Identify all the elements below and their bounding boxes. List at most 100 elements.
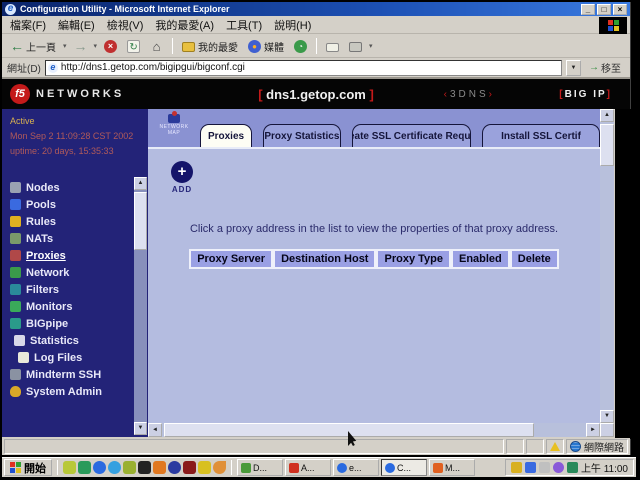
menu-tools[interactable]: 工具(T): [226, 17, 262, 33]
task-button[interactable]: M...: [429, 459, 475, 476]
back-dropdown-icon[interactable]: ▾: [63, 42, 67, 50]
windows-flag-icon: [608, 20, 619, 31]
quicklaunch-icon[interactable]: [168, 461, 181, 474]
column-header-proxy-type[interactable]: Proxy Type: [376, 249, 451, 269]
scroll-down-icon[interactable]: ▼: [600, 410, 614, 423]
home-icon: ⌂: [150, 40, 163, 53]
scroll-up-icon[interactable]: ▲: [600, 109, 614, 122]
menu-favorites[interactable]: 我的最愛(A): [155, 17, 214, 33]
maximize-button[interactable]: □: [597, 4, 611, 15]
sidebar-item-bigpipe[interactable]: BIGpipe: [10, 315, 132, 332]
tray-icon[interactable]: [525, 462, 536, 473]
quicklaunch-icon[interactable]: [108, 461, 121, 474]
status-message-pane: [4, 439, 504, 454]
quicklaunch-icon[interactable]: [78, 461, 91, 474]
start-label: 開始: [24, 460, 46, 476]
clock: 上午 11:00: [581, 460, 628, 475]
sidebar-item-pools[interactable]: Pools: [10, 196, 132, 213]
scroll-right-icon[interactable]: ►: [586, 423, 600, 437]
menu-file[interactable]: 檔案(F): [10, 17, 46, 33]
sidebar-scrollbar[interactable]: ▲ ▼: [134, 177, 147, 435]
add-plus-icon: +: [171, 161, 193, 183]
network-map-button[interactable]: NETWORK MAP: [154, 112, 194, 144]
sidebar-item-monitors[interactable]: Monitors: [10, 298, 132, 315]
column-header-delete[interactable]: Delete: [510, 249, 559, 269]
quicklaunch-icon[interactable]: [153, 461, 166, 474]
sidebar-item-proxies[interactable]: Proxies: [10, 247, 132, 264]
column-header-destination-host[interactable]: Destination Host: [273, 249, 376, 269]
go-button[interactable]: → 移至: [585, 60, 625, 75]
minimize-button[interactable]: _: [581, 4, 595, 15]
scroll-up-icon[interactable]: ▲: [134, 177, 147, 190]
status-bar: 網際網路: [2, 438, 630, 455]
edit-dropdown-icon[interactable]: ▾: [369, 42, 373, 50]
stop-button[interactable]: ×: [101, 39, 120, 54]
tray-icon[interactable]: [539, 462, 550, 473]
main-horizontal-scrollbar[interactable]: ◄ ►: [148, 423, 600, 437]
refresh-icon: ↻: [127, 40, 140, 53]
quicklaunch-icon[interactable]: [93, 461, 106, 474]
quicklaunch-icon[interactable]: [183, 461, 196, 474]
back-button[interactable]: ← 上一頁: [7, 38, 59, 55]
bracket-right: ]: [369, 87, 373, 102]
address-dropdown-button[interactable]: ▼: [566, 60, 581, 76]
forward-button[interactable]: →: [71, 39, 90, 54]
refresh-button[interactable]: ↻: [124, 39, 143, 54]
mail-button[interactable]: [323, 40, 342, 53]
main-vertical-scrollbar[interactable]: ▲ ▼: [600, 109, 614, 423]
tab-install-ssl-certificate[interactable]: Install SSL Certif: [482, 124, 600, 147]
menu-edit[interactable]: 編輯(E): [58, 17, 95, 33]
quicklaunch-icon[interactable]: [123, 461, 136, 474]
address-input[interactable]: e http://dns1.getop.com/bigipgui/bigconf…: [45, 60, 562, 76]
quicklaunch-icon[interactable]: [138, 461, 151, 474]
sidebar-item-nats[interactable]: NATs: [10, 230, 132, 247]
task-button-active[interactable]: C...: [381, 459, 427, 476]
history-button[interactable]: ◔: [291, 39, 310, 54]
bracket-left: [: [258, 87, 262, 102]
close-button[interactable]: ×: [613, 4, 627, 15]
sidebar-item-mindterm-ssh[interactable]: Mindterm SSH: [10, 366, 132, 383]
favorites-icon: [182, 42, 195, 52]
column-header-enabled[interactable]: Enabled: [451, 249, 510, 269]
sidebar-item-filters[interactable]: Filters: [10, 281, 132, 298]
tray-icon[interactable]: [553, 462, 564, 473]
sidebar-scroll-thumb[interactable]: [134, 192, 147, 250]
screen-edge: [615, 109, 631, 439]
url-text: http://dns1.getop.com/bigipgui/bigconf.c…: [61, 62, 245, 73]
tab-proxy-statistics[interactable]: Proxy Statistics: [263, 124, 341, 147]
scroll-down-icon[interactable]: ▼: [134, 422, 147, 435]
sidebar-item-system-admin[interactable]: System Admin: [10, 383, 132, 400]
tray-icon[interactable]: [567, 462, 578, 473]
column-header-proxy-server[interactable]: Proxy Server: [189, 249, 273, 269]
home-button[interactable]: ⌂: [147, 39, 166, 54]
tabs: Proxies Proxy Statistics Create SSL Cert…: [200, 124, 600, 147]
title-bar: e Configuration Utility - Microsoft Inte…: [2, 2, 630, 16]
task-button[interactable]: A...: [285, 459, 331, 476]
quicklaunch-icon[interactable]: [198, 461, 211, 474]
quicklaunch-icon[interactable]: [213, 461, 226, 474]
sidebar-item-rules[interactable]: Rules: [10, 213, 132, 230]
bigpipe-icon: [10, 318, 21, 329]
favorites-button[interactable]: 我的最愛: [179, 38, 241, 55]
media-button[interactable]: ● 媒體: [245, 38, 287, 55]
task-button[interactable]: e...: [333, 459, 379, 476]
sidebar-item-statistics[interactable]: Statistics: [14, 332, 132, 349]
start-button[interactable]: 開始: [4, 459, 52, 476]
scroll-left-icon[interactable]: ◄: [148, 423, 162, 437]
add-button[interactable]: + ADD: [168, 161, 196, 194]
vertical-scroll-thumb[interactable]: [600, 124, 614, 166]
tab-create-ssl-certificate-request[interactable]: Create SSL Certificate Request: [352, 124, 471, 147]
menu-view[interactable]: 檢視(V): [107, 17, 144, 33]
forward-dropdown-icon[interactable]: ▾: [94, 42, 98, 50]
sidebar-item-network[interactable]: Network: [10, 264, 132, 281]
sidebar-item-log-files[interactable]: Log Files: [18, 349, 132, 366]
tab-proxies[interactable]: Proxies: [200, 124, 252, 147]
favorites-label: 我的最愛: [198, 39, 238, 54]
quicklaunch-icon[interactable]: [63, 461, 76, 474]
task-button[interactable]: D...: [237, 459, 283, 476]
tray-icon[interactable]: [511, 462, 522, 473]
sidebar-item-nodes[interactable]: Nodes: [10, 179, 132, 196]
menu-help[interactable]: 說明(H): [274, 17, 311, 33]
print-button[interactable]: [346, 39, 365, 53]
taskbar-separator: [231, 460, 232, 475]
